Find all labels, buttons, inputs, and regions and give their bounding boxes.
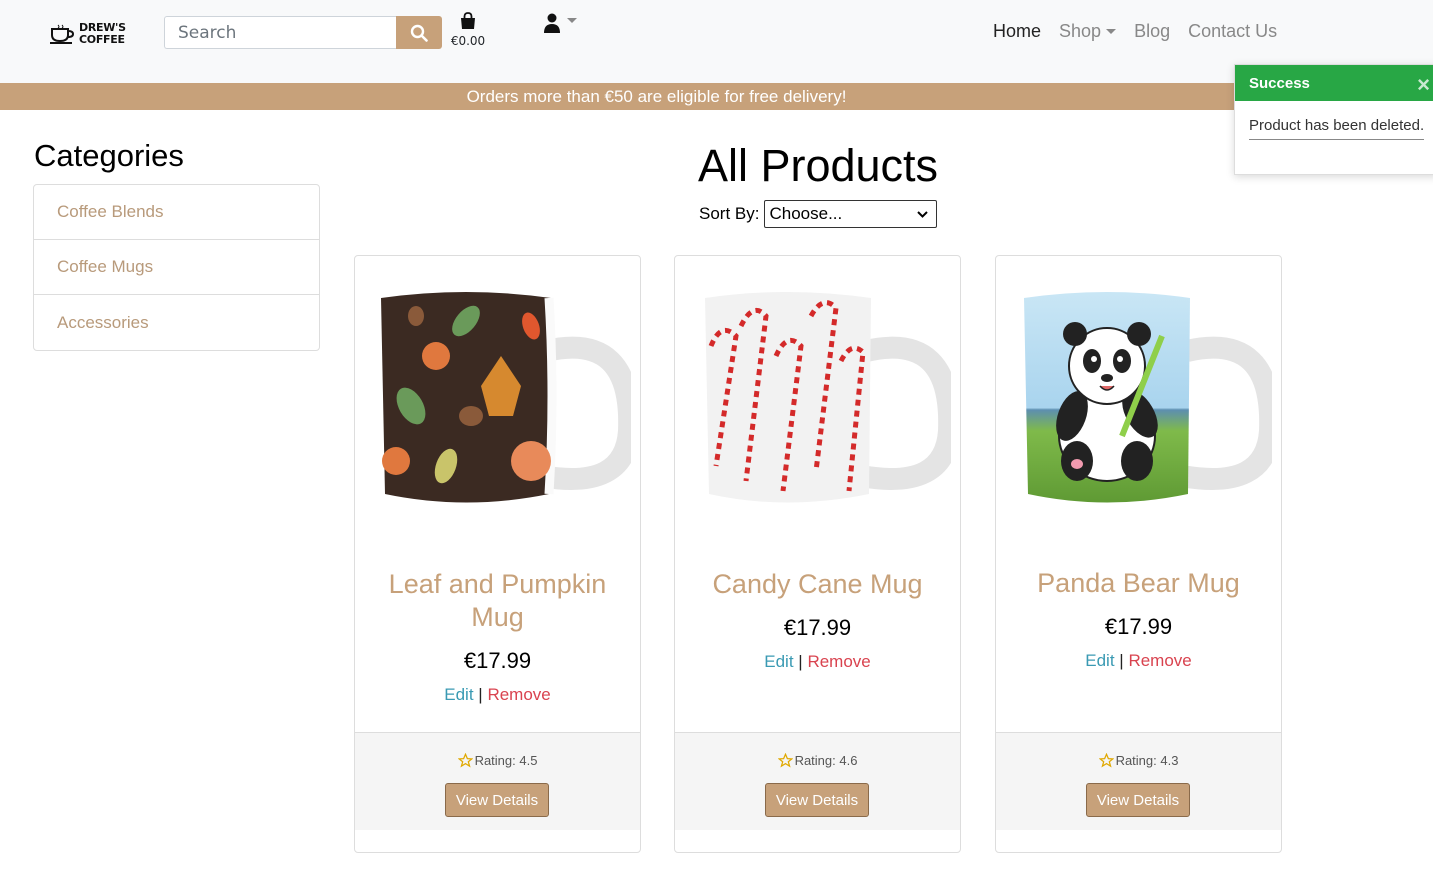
toast-body: Product has been deleted. bbox=[1235, 101, 1433, 140]
user-icon bbox=[544, 13, 560, 33]
edit-link[interactable]: Edit bbox=[444, 685, 473, 704]
shopping-bag[interactable]: €0.00 bbox=[450, 12, 486, 48]
search-button[interactable] bbox=[396, 16, 442, 49]
star-icon bbox=[1098, 753, 1114, 768]
remove-link[interactable]: Remove bbox=[807, 652, 870, 671]
toast-header: Success × bbox=[1235, 65, 1433, 101]
actions-divider: | bbox=[478, 685, 483, 704]
actions-divider: | bbox=[798, 652, 803, 671]
category-item-coffee-mugs[interactable]: Coffee Mugs bbox=[34, 240, 319, 295]
edit-link[interactable]: Edit bbox=[764, 652, 793, 671]
panda-bear-mug-image bbox=[1024, 292, 1272, 503]
chevron-down-icon bbox=[1106, 29, 1117, 34]
product-actions: Edit | Remove bbox=[996, 651, 1281, 671]
close-icon[interactable]: × bbox=[1417, 74, 1430, 96]
logo-line-2: COFFEE bbox=[79, 33, 125, 46]
sort-value: Choose... bbox=[769, 204, 843, 223]
rating-text: Rating: 4.3 bbox=[1115, 753, 1179, 768]
search-form bbox=[164, 16, 442, 49]
rating-text: Rating: 4.5 bbox=[474, 753, 538, 768]
bag-total: €0.00 bbox=[450, 34, 486, 48]
view-details-button[interactable]: View Details bbox=[765, 783, 869, 817]
product-rating: Rating: 4.6 bbox=[675, 753, 960, 768]
product-card: Leaf and Pumpkin Mug €17.99 Edit | Remov… bbox=[354, 255, 641, 853]
product-card: Candy Cane Mug €17.99 Edit | Remove Rati… bbox=[674, 255, 961, 853]
nav-home-label: Home bbox=[993, 21, 1042, 41]
product-card: Panda Bear Mug €17.99 Edit | Remove Rati… bbox=[995, 255, 1282, 853]
edit-link[interactable]: Edit bbox=[1085, 651, 1114, 670]
search-icon bbox=[410, 24, 428, 42]
toast-title: Success bbox=[1249, 74, 1310, 92]
star-icon bbox=[777, 753, 793, 768]
chevron-down-icon bbox=[567, 17, 577, 23]
product-price: €17.99 bbox=[783, 615, 852, 640]
view-details-button[interactable]: View Details bbox=[445, 783, 549, 817]
search-input[interactable] bbox=[164, 16, 396, 49]
product-rating: Rating: 4.5 bbox=[355, 753, 640, 768]
product-actions: Edit | Remove bbox=[355, 685, 640, 705]
card-footer: Rating: 4.6 View Details bbox=[675, 732, 960, 830]
candy-cane-mug-image bbox=[705, 292, 951, 503]
toast-message: Product has been deleted. bbox=[1249, 117, 1425, 140]
nav-home[interactable]: Home bbox=[993, 21, 1041, 42]
rating-text: Rating: 4.6 bbox=[794, 753, 858, 768]
view-details-button[interactable]: View Details bbox=[1086, 783, 1190, 817]
product-name[interactable]: Candy Cane Mug bbox=[685, 568, 950, 601]
nav-contact[interactable]: Contact Us bbox=[1188, 21, 1277, 42]
categories-list: Coffee Blends Coffee Mugs Accessories bbox=[33, 184, 320, 351]
page-title: All Products bbox=[697, 140, 939, 191]
product-price: €17.99 bbox=[1104, 614, 1173, 639]
leaf-pumpkin-mug-image bbox=[381, 292, 631, 503]
site-logo[interactable]: DREW'S COFFEE bbox=[50, 18, 130, 50]
nav-blog[interactable]: Blog bbox=[1134, 21, 1170, 42]
product-price: €17.99 bbox=[463, 648, 532, 673]
category-item-accessories[interactable]: Accessories bbox=[34, 295, 319, 350]
sort-control: Sort By: Choose... bbox=[699, 200, 938, 228]
shopping-bag-icon bbox=[461, 12, 475, 29]
categories-title: Categories bbox=[34, 138, 184, 173]
site-header: DREW'S COFFEE €0.00 Home Shop Blog Conta… bbox=[0, 0, 1433, 83]
coffee-cup-icon bbox=[50, 24, 75, 44]
category-item-coffee-blends[interactable]: Coffee Blends bbox=[34, 185, 319, 240]
nav-contact-label: Contact Us bbox=[1188, 21, 1278, 41]
remove-link[interactable]: Remove bbox=[1128, 651, 1191, 670]
card-footer: Rating: 4.3 View Details bbox=[996, 732, 1281, 830]
sort-label: Sort By: bbox=[699, 204, 760, 223]
product-name[interactable]: Panda Bear Mug bbox=[1006, 567, 1271, 600]
chevron-down-icon bbox=[917, 210, 929, 218]
star-icon bbox=[457, 753, 473, 768]
remove-link[interactable]: Remove bbox=[487, 685, 550, 704]
product-actions: Edit | Remove bbox=[675, 652, 960, 672]
success-toast: Success × Product has been deleted. bbox=[1234, 64, 1433, 175]
product-rating: Rating: 4.3 bbox=[996, 753, 1281, 768]
nav-shop[interactable]: Shop bbox=[1059, 21, 1117, 42]
nav-blog-label: Blog bbox=[1134, 21, 1171, 41]
account-dropdown[interactable] bbox=[543, 13, 577, 33]
actions-divider: | bbox=[1119, 651, 1124, 670]
card-footer: Rating: 4.5 View Details bbox=[355, 732, 640, 830]
sort-select[interactable]: Choose... bbox=[764, 200, 938, 228]
delivery-banner: Orders more than €50 are eligible for fr… bbox=[0, 83, 1433, 110]
logo-text: DREW'S COFFEE bbox=[79, 22, 126, 46]
product-name[interactable]: Leaf and Pumpkin Mug bbox=[365, 568, 630, 634]
nav-shop-label: Shop bbox=[1059, 21, 1102, 41]
main-nav: Home Shop Blog Contact Us bbox=[993, 21, 1277, 42]
